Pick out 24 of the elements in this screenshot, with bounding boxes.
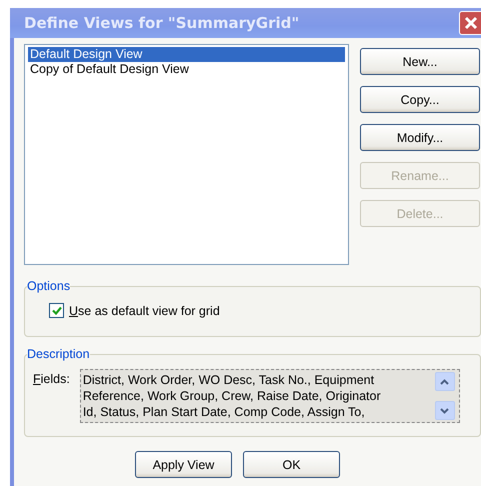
fields-label: Fields:: [33, 371, 70, 386]
view-item[interactable]: Copy of Default Design View: [28, 62, 345, 77]
check-icon: [52, 306, 62, 315]
chevron-down-icon: [440, 408, 450, 414]
fields-text-line: District, Work Order, WO Desc, Task No., Equipment: [82, 372, 376, 388]
checkbox-label: Use as default view for grid: [69, 304, 220, 318]
window-title: Define Views for "SummaryGrid": [24, 14, 300, 32]
dialog-button[interactable]: Apply View: [135, 451, 232, 478]
chevron-up-icon: [440, 378, 450, 384]
fields-text-box[interactable]: District, Work Order, WO Desc, Task No., Equipment Reference, Work Group, Crew, Raise Date, Originator Id, Status, Plan Start Date, Comp Code, Assign To,: [80, 369, 460, 423]
group-legend: Description: [27, 347, 90, 361]
scroll-down-button[interactable]: [434, 401, 455, 420]
group-legend: Options: [27, 279, 70, 293]
checkbox[interactable]: [49, 303, 64, 318]
side-button[interactable]: Modify...: [360, 124, 480, 151]
side-button[interactable]: Copy...: [360, 86, 480, 113]
view-item[interactable]: Default Design View: [28, 47, 345, 62]
close-icon: [464, 16, 478, 30]
dialog-button[interactable]: OK: [243, 451, 340, 478]
fields-text-line: Id, Status, Plan Start Date, Comp Code, Assign To,: [82, 404, 366, 420]
fields-text-line: Reference, Work Group, Crew, Raise Date, Originator: [82, 388, 382, 404]
close-button[interactable]: [459, 11, 481, 35]
scroll-up-button[interactable]: [434, 372, 455, 391]
side-button[interactable]: New...: [360, 48, 480, 75]
